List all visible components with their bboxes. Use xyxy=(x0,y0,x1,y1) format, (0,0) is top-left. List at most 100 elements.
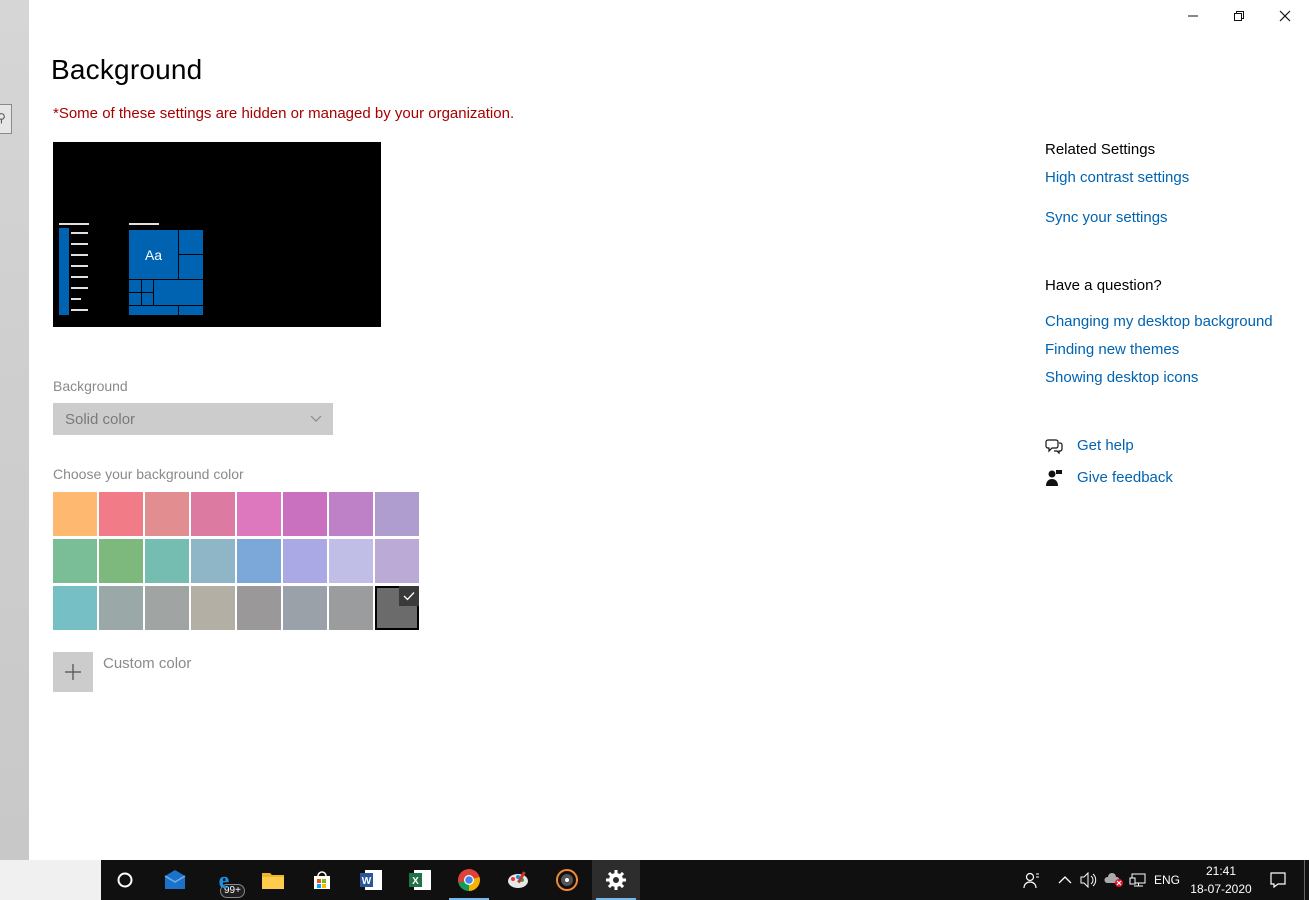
high-contrast-link[interactable]: High contrast settings xyxy=(1045,169,1189,186)
color-swatch[interactable] xyxy=(375,539,419,583)
color-swatch[interactable] xyxy=(53,492,97,536)
color-swatch[interactable] xyxy=(329,492,373,536)
background-dropdown-value: Solid color xyxy=(65,410,136,428)
chevron-up-icon xyxy=(1058,876,1072,884)
preview-tile xyxy=(141,279,154,293)
gear-icon xyxy=(606,870,626,890)
color-swatch[interactable] xyxy=(375,586,419,630)
language-indicator[interactable]: ENG xyxy=(1151,860,1183,900)
notification-icon xyxy=(1270,872,1286,889)
color-swatch[interactable] xyxy=(145,586,189,630)
restore-icon xyxy=(1234,11,1244,21)
show-desktop-button[interactable] xyxy=(1304,860,1305,900)
taskbar-excel[interactable]: X xyxy=(396,860,444,900)
network-icon xyxy=(1129,873,1146,887)
custom-color-button[interactable] xyxy=(53,652,93,692)
network-button[interactable] xyxy=(1126,860,1150,900)
internet-explorer-icon: e xyxy=(219,868,230,892)
background-window-button[interactable]: ⚲ xyxy=(0,104,12,134)
preview-tile xyxy=(128,305,179,316)
people-button[interactable] xyxy=(1016,860,1046,900)
taskbar-settings[interactable] xyxy=(592,860,640,900)
color-swatch[interactable] xyxy=(237,539,281,583)
preview-tile xyxy=(128,279,142,293)
preview-tile xyxy=(141,292,154,306)
cortana-icon xyxy=(117,872,133,888)
clock-time: 21:41 xyxy=(1205,864,1237,878)
background-dropdown[interactable]: Solid color xyxy=(53,403,333,435)
chevron-down-icon xyxy=(310,415,322,422)
taskbar-edge[interactable]: e xyxy=(200,860,248,900)
chrome-icon xyxy=(458,869,480,891)
search-icon: ⚲ xyxy=(0,111,6,125)
taskbar-mail[interactable]: 99+ xyxy=(151,860,245,900)
choose-color-label: Choose your background color xyxy=(53,466,244,482)
svg-text:W: W xyxy=(362,876,372,887)
settings-window: Background *Some of these settings are h… xyxy=(29,0,1309,860)
cloud-error-icon xyxy=(1104,873,1123,887)
taskbar-file-explorer[interactable] xyxy=(249,860,297,900)
color-swatch[interactable] xyxy=(53,586,97,630)
svg-text:e: e xyxy=(219,868,230,892)
color-swatch[interactable] xyxy=(375,492,419,536)
color-swatch[interactable] xyxy=(53,539,97,583)
color-swatch[interactable] xyxy=(191,492,235,536)
organization-notice: *Some of these settings are hidden or ma… xyxy=(53,105,515,122)
plus-icon xyxy=(65,664,81,680)
give-feedback-link[interactable]: Give feedback xyxy=(1077,469,1173,486)
desktop-icons-link[interactable]: Showing desktop icons xyxy=(1045,369,1198,386)
color-swatch-grid xyxy=(53,492,421,632)
clock[interactable]: 21:41 18-07-2020 xyxy=(1186,862,1256,898)
feedback-icon xyxy=(1046,470,1062,486)
restore-button[interactable] xyxy=(1216,0,1262,32)
color-swatch[interactable] xyxy=(145,492,189,536)
preview-tile xyxy=(178,229,204,255)
action-center-button[interactable] xyxy=(1263,860,1293,900)
cortana-button[interactable] xyxy=(101,860,149,900)
minimize-icon xyxy=(1188,15,1198,17)
taskbar: 99+ e W X ENG 21:41 18-07-2020 xyxy=(101,860,1309,900)
preview-tile xyxy=(178,254,204,280)
background-window-edge: ⚲ xyxy=(0,0,29,860)
taskbar-word[interactable]: W xyxy=(347,860,395,900)
color-swatch[interactable] xyxy=(283,492,327,536)
color-swatch[interactable] xyxy=(237,586,281,630)
show-hidden-icons-button[interactable] xyxy=(1053,860,1077,900)
background-label: Background xyxy=(53,378,128,394)
preview-menu-line xyxy=(71,254,88,256)
page-title: Background xyxy=(51,54,203,85)
color-swatch[interactable] xyxy=(283,539,327,583)
color-swatch[interactable] xyxy=(329,586,373,630)
word-icon: W xyxy=(360,870,382,890)
taskbar-store[interactable] xyxy=(298,860,346,900)
folder-icon xyxy=(262,873,284,889)
color-swatch[interactable] xyxy=(99,539,143,583)
close-button[interactable] xyxy=(1262,0,1308,32)
taskbar-search-area[interactable] xyxy=(0,860,101,900)
volume-button[interactable] xyxy=(1077,860,1101,900)
preview-tile xyxy=(128,292,142,306)
custom-color-label[interactable]: Custom color xyxy=(103,655,191,672)
preview-menu-line xyxy=(71,232,88,234)
get-help-link[interactable]: Get help xyxy=(1077,437,1134,454)
color-swatch[interactable] xyxy=(283,586,327,630)
question-heading: Have a question? xyxy=(1045,277,1162,294)
color-swatch[interactable] xyxy=(191,586,235,630)
preview-menu-line xyxy=(71,309,88,311)
minimize-button[interactable] xyxy=(1170,0,1216,32)
finding-themes-link[interactable]: Finding new themes xyxy=(1045,341,1179,358)
color-swatch[interactable] xyxy=(99,492,143,536)
color-swatch[interactable] xyxy=(329,539,373,583)
color-swatch[interactable] xyxy=(145,539,189,583)
taskbar-chrome[interactable] xyxy=(445,860,493,900)
color-swatch[interactable] xyxy=(99,586,143,630)
changing-background-link[interactable]: Changing my desktop background xyxy=(1045,313,1273,330)
onedrive-button[interactable] xyxy=(1102,860,1126,900)
paint-icon xyxy=(508,871,528,888)
taskbar-paint[interactable] xyxy=(494,860,542,900)
related-settings-heading: Related Settings xyxy=(1045,141,1156,158)
color-swatch[interactable] xyxy=(191,539,235,583)
color-swatch[interactable] xyxy=(237,492,281,536)
taskbar-groove[interactable] xyxy=(543,860,591,900)
sync-settings-link[interactable]: Sync your settings xyxy=(1045,209,1168,226)
